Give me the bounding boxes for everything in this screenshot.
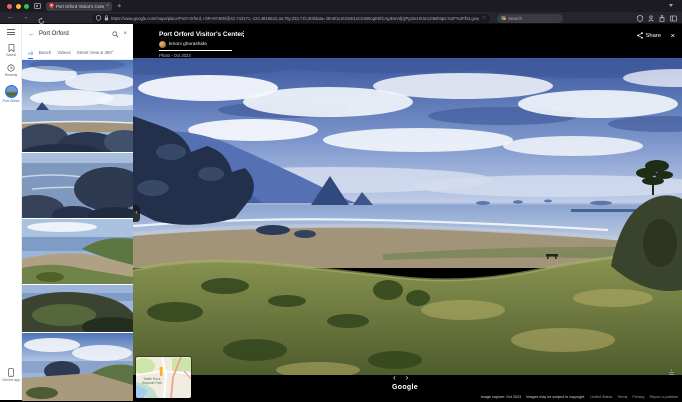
recents-label: Recents [5, 74, 17, 78]
phone-icon [8, 368, 14, 377]
share-label: Share [646, 33, 661, 39]
google-logo: Google [392, 384, 418, 391]
tab-title: Port Orford Visitor's Center [56, 4, 104, 9]
minimap-park-label: Battle Rock Wayside Park [137, 378, 167, 385]
sidebar-panel-icon[interactable] [670, 15, 677, 22]
maps-pin-favicon-icon [49, 3, 54, 9]
minimap[interactable]: Battle Rock Wayside Park [136, 357, 191, 398]
photo-thumbnail-1[interactable] [22, 60, 133, 152]
browser-tab[interactable]: Port Orford Visitor's Center × [46, 2, 112, 12]
get-app-label: Get the app [2, 379, 20, 383]
panel-search-header: ← Port Orford × [22, 24, 133, 44]
window-minimize-button[interactable] [16, 4, 21, 9]
browser-toolbar: ← → https://www.google.com/maps/place/Po… [0, 12, 682, 24]
photo-thumbnail-strip [22, 60, 133, 402]
place-thumbnail [5, 85, 18, 98]
report-problem-link[interactable]: Report a problem [650, 395, 679, 399]
reload-icon[interactable] [38, 15, 45, 27]
new-tab-button[interactable]: + [117, 1, 121, 10]
recents-clock-icon [7, 64, 15, 72]
next-photo-button[interactable]: › [406, 373, 409, 383]
share-upload-icon[interactable] [659, 15, 665, 22]
privacy-shield-icon[interactable] [637, 15, 643, 22]
bookmark-star-icon[interactable]: ☆ [482, 14, 486, 23]
photos-panel: ← Port Orford × All Beach Videos Street … [22, 24, 133, 400]
menu-button[interactable] [0, 29, 22, 35]
tab-beach[interactable]: Beach [39, 50, 51, 59]
photo-category-tabs: All Beach Videos Street View & 360° [22, 44, 133, 60]
firefox-view-icon[interactable] [34, 3, 41, 9]
viewer-footer: Image capture: Oct 2023 Images may be su… [481, 395, 678, 399]
browser-search-placeholder[interactable]: Search [508, 16, 522, 21]
url-text[interactable]: https://www.google.com/maps/place/Port+O… [111, 16, 479, 21]
privacy-link[interactable]: Privacy [632, 395, 644, 399]
tab-close-icon[interactable]: × [106, 3, 109, 9]
share-button[interactable]: Share [637, 32, 661, 39]
copyright-notice: Images may be subject to copyright. [526, 395, 585, 399]
photo-nav-arrows: ‹ › [393, 373, 408, 383]
panel-collapse-handle[interactable]: ‹ [133, 205, 140, 222]
panel-back-icon[interactable]: ← [28, 31, 35, 38]
image-capture-date: Image capture: Oct 2023 [481, 395, 522, 399]
photo-author[interactable]: kmoni ghorashide [159, 41, 207, 48]
browser-chrome: Port Orford Visitor's Center × + ← → htt… [0, 0, 682, 24]
tab-all[interactable]: All [28, 51, 33, 60]
photo-overflow-icon[interactable] [669, 369, 674, 375]
viewer-close-icon[interactable]: × [671, 31, 675, 40]
recents-button[interactable]: Recents [0, 64, 22, 77]
hamburger-icon [7, 29, 15, 35]
back-button[interactable]: ← [7, 12, 14, 24]
author-avatar [159, 41, 166, 48]
get-app-button[interactable]: Get the app [0, 368, 22, 382]
forward-button[interactable]: → [22, 12, 29, 24]
photo-viewer: Port Orford Visitor's Center kmoni ghora… [133, 24, 682, 400]
search-query[interactable]: Port Orford [39, 31, 108, 37]
tab-list-chevron-icon[interactable] [669, 4, 673, 7]
place-label: Port Orford [3, 100, 20, 104]
terms-link[interactable]: Terms [617, 395, 627, 399]
account-icon[interactable] [648, 15, 654, 22]
tab-streetview[interactable]: Street View & 360° [77, 50, 114, 59]
photo-meta: Photo - Oct 2023 [159, 53, 191, 58]
saved-button[interactable]: Saved [0, 44, 22, 57]
panel-close-icon[interactable]: × [123, 31, 127, 37]
tracking-shield-icon[interactable] [96, 15, 101, 21]
tab-videos[interactable]: Videos [57, 50, 70, 59]
saved-label: Saved [6, 54, 16, 58]
main-photo[interactable] [133, 58, 682, 375]
lock-icon[interactable] [104, 15, 109, 21]
search-engine-icon [501, 16, 506, 21]
browser-search-box[interactable]: Search [497, 14, 563, 23]
window-zoom-button[interactable] [24, 4, 29, 9]
previous-photo-button[interactable]: ‹ [393, 373, 396, 383]
toolbar-right-icons [637, 15, 677, 22]
author-name: kmoni ghorashide [169, 42, 207, 47]
url-bar[interactable]: https://www.google.com/maps/place/Port+O… [92, 14, 490, 23]
tab-bar: Port Orford Visitor's Center × + [0, 0, 682, 12]
photo-thumbnail-5[interactable] [22, 333, 133, 401]
window-close-button[interactable] [7, 4, 12, 9]
region-label: United States [590, 395, 612, 399]
bookmark-icon [8, 44, 15, 52]
photo-thumbnail-2[interactable] [22, 153, 133, 218]
photo-thumbnail-4[interactable] [22, 285, 133, 332]
window-controls[interactable] [7, 4, 29, 9]
active-place-item[interactable]: Port Orford [0, 85, 22, 103]
search-icon[interactable] [112, 31, 119, 38]
share-icon [637, 32, 643, 39]
photo-progress-divider [159, 50, 232, 51]
more-options-kebab-icon[interactable] [243, 31, 244, 37]
maps-left-rail: Saved Recents Port Orford Get the app [0, 24, 22, 400]
photo-thumbnail-3[interactable] [22, 219, 133, 284]
viewer-title: Port Orford Visitor's Center [159, 31, 244, 38]
